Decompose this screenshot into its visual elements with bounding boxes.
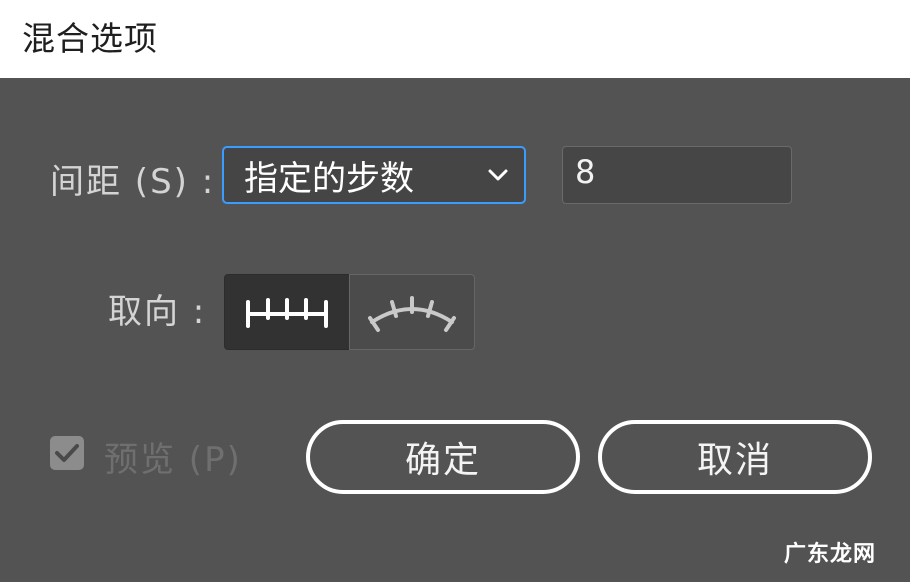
dialog-title: 混合选项 [22, 19, 158, 58]
orientation-align-to-page-button[interactable] [224, 274, 350, 350]
checkmark-icon [55, 444, 79, 462]
chevron-down-icon [488, 169, 508, 181]
align-to-page-icon [246, 298, 328, 328]
orientation-align-to-path-button[interactable] [349, 274, 475, 350]
cancel-button[interactable]: 取消 [598, 420, 872, 494]
blend-options-dialog: 混合选项 间距 (S) : 指定的步数 8 取向 : 预览 (P) 确定 取消 … [0, 0, 910, 582]
preview-label: 预览 (P) [104, 440, 242, 480]
orientation-label: 取向 : [108, 292, 207, 332]
ok-button[interactable]: 确定 [306, 420, 580, 494]
title-bar: 混合选项 [0, 0, 910, 78]
spacing-label: 间距 (S) : [50, 162, 216, 202]
spacing-mode-dropdown[interactable]: 指定的步数 [222, 146, 526, 204]
spacing-mode-value: 指定的步数 [244, 158, 414, 199]
watermark: 广东龙网 [783, 542, 876, 567]
align-to-path-icon [368, 296, 456, 332]
preview-checkbox[interactable] [50, 436, 84, 470]
spacing-steps-input[interactable]: 8 [562, 146, 792, 204]
